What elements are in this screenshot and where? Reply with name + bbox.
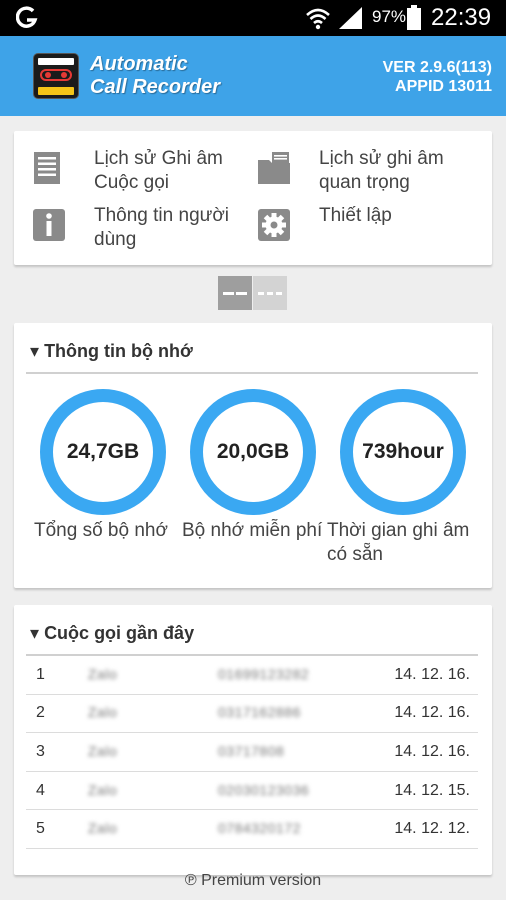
call-index: 5 (36, 820, 45, 838)
appid-label: APPID 13011 (395, 78, 492, 95)
collapse-triangle-icon: ▾ (30, 341, 40, 361)
call-name: Zalo (88, 704, 118, 721)
menu-card: Lịch sử Ghi âm Cuộc gọi Lịch sử ghi âm q… (14, 131, 492, 265)
status-bar: 97% 22:39 (0, 0, 506, 36)
recording-time-gauge: 739hour (340, 389, 466, 515)
call-name: Zalo (88, 820, 118, 837)
call-date: 14. 12. 16. (394, 665, 470, 683)
recording-time-value: 739hour (362, 440, 444, 463)
free-storage-label: Bộ nhớ miễn phí (182, 520, 323, 541)
collapse-triangle-icon: ▾ (30, 623, 40, 643)
call-row[interactable]: 2 Zalo 0317162886 14. 12. 16. (26, 695, 478, 734)
call-phone: 01699123282 (218, 665, 310, 682)
app-header: Automatic Call Recorder VER 2.9.6(113) A… (0, 36, 506, 116)
version-label: VER 2.9.6(113) (382, 59, 492, 76)
calls-section-title-text: Cuộc gọi gần đây (44, 623, 195, 643)
info-icon (32, 208, 66, 242)
recording-time-label-line1: Thời gian ghi âm (327, 520, 470, 541)
layout-list-button[interactable] (253, 276, 287, 310)
signal-icon (338, 6, 364, 35)
app-logo (33, 53, 79, 99)
call-phone: 03717808 (218, 742, 285, 759)
call-row[interactable]: 1 Zalo 01699123282 14. 12. 16. (26, 656, 478, 695)
call-name: Zalo (88, 781, 118, 798)
clock: 22:39 (431, 4, 492, 31)
call-index: 1 (36, 665, 45, 683)
app-title: Automatic Call Recorder (90, 53, 220, 99)
premium-version-link[interactable]: ℗ Premium version (0, 872, 506, 890)
call-phone: 02030123036 (218, 781, 310, 798)
menu-user-info-label: Thông tin người dùng (94, 205, 230, 250)
total-storage-value: 24,7GB (66, 440, 140, 463)
recent-calls-card: ▾ Cuộc gọi gần đây 1 Zalo 01699123282 14… (14, 605, 492, 875)
recording-time-label: Thời gian ghi âm có sẵn (327, 519, 469, 567)
recording-time-label-line2: có sẵn (327, 544, 383, 565)
battery-percent: 97% (372, 7, 407, 26)
menu-call-history[interactable]: Lịch sử Ghi âm Cuộc gọi (32, 147, 252, 195)
menu-call-history-label: Lịch sử Ghi âm Cuộc gọi (94, 148, 223, 193)
call-row[interactable]: 3 Zalo 03717808 14. 12. 16. (26, 733, 478, 772)
menu-user-info[interactable]: Thông tin người dùng (32, 204, 252, 252)
menu-important-history[interactable]: Lịch sử ghi âm quan trọng (257, 147, 477, 195)
memory-section-title[interactable]: ▾ Thông tin bộ nhớ (30, 341, 193, 362)
call-date: 14. 12. 16. (394, 742, 470, 760)
divider (26, 372, 478, 374)
total-storage-label: Tổng số bộ nhớ (34, 520, 168, 541)
call-row[interactable]: 4 Zalo 02030123036 14. 12. 15. (26, 772, 478, 811)
app-title-line1: Automatic (90, 53, 188, 75)
folder-icon (257, 151, 291, 185)
wifi-icon (305, 6, 331, 35)
free-storage-value: 20,0GB (216, 440, 290, 463)
notification-app-icon (15, 6, 38, 35)
list-icon (32, 151, 66, 185)
call-phone: 0784320172 (218, 820, 301, 837)
call-row[interactable]: 5 Zalo 0784320172 14. 12. 12. (26, 810, 478, 849)
battery-icon (406, 5, 422, 36)
call-date: 14. 12. 12. (394, 820, 470, 838)
call-name: Zalo (88, 665, 118, 682)
menu-settings-label: Thiết lập (319, 205, 392, 226)
menu-important-history-label: Lịch sử ghi âm quan trọng (319, 148, 444, 193)
call-name: Zalo (88, 742, 118, 759)
gear-icon (257, 208, 291, 242)
total-storage-gauge: 24,7GB (40, 389, 166, 515)
call-index: 2 (36, 704, 45, 722)
menu-settings[interactable]: Thiết lập (257, 204, 477, 242)
call-date: 14. 12. 16. (394, 704, 470, 722)
memory-section-title-text: Thông tin bộ nhớ (44, 341, 193, 361)
call-phone: 0317162886 (218, 704, 301, 721)
free-storage-gauge: 20,0GB (190, 389, 316, 515)
call-date: 14. 12. 15. (394, 781, 470, 799)
recent-calls-list: 1 Zalo 01699123282 14. 12. 16. 2 Zalo 03… (26, 656, 478, 849)
layout-toggle (218, 276, 287, 310)
layout-grid-button[interactable] (218, 276, 252, 310)
calls-section-title[interactable]: ▾ Cuộc gọi gần đây (30, 623, 194, 644)
memory-info-card: ▾ Thông tin bộ nhớ 24,7GB 20,0GB 739hour… (14, 323, 492, 588)
app-version-info: VER 2.9.6(113) APPID 13011 (383, 58, 492, 96)
call-index: 3 (36, 742, 45, 760)
call-index: 4 (36, 781, 45, 799)
app-title-line2: Call Recorder (90, 76, 221, 98)
